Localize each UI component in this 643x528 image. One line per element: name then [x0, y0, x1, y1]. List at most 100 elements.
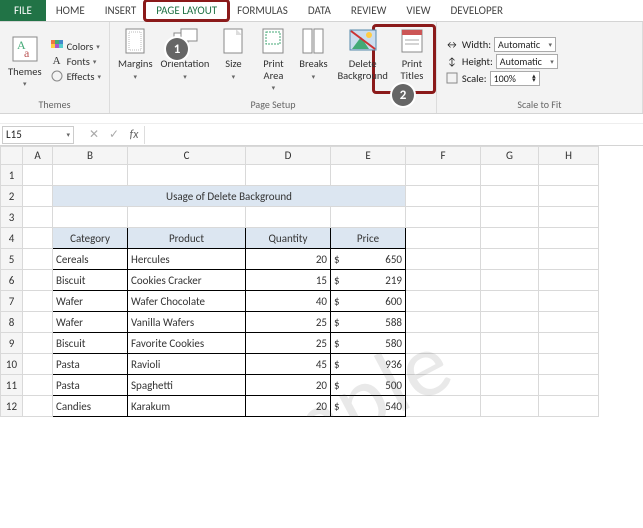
effects-button[interactable]: Effects ▾ — [50, 69, 101, 83]
table-header[interactable]: Category — [53, 228, 128, 249]
row-header-7[interactable]: 7 — [1, 291, 23, 312]
width-dropdown[interactable]: Automatic▾ — [494, 37, 556, 52]
cell[interactable] — [539, 354, 599, 375]
accept-formula-button[interactable]: ✓ — [104, 127, 124, 142]
row-header-10[interactable]: 10 — [1, 354, 23, 375]
breaks-button[interactable]: Breaks▾ — [293, 24, 333, 98]
cell[interactable] — [481, 270, 539, 291]
tab-formulas[interactable]: FORMULAS — [227, 0, 298, 21]
margins-button[interactable]: Margins▾ — [114, 24, 157, 98]
table-cell[interactable]: $600 — [331, 291, 406, 312]
name-box[interactable]: L15▾ — [2, 126, 74, 144]
table-cell[interactable]: $540 — [331, 396, 406, 417]
delete-background-button[interactable]: Delete Background — [333, 24, 391, 98]
table-cell[interactable]: Karakum — [128, 396, 246, 417]
col-header-C[interactable]: C — [128, 147, 246, 165]
table-cell[interactable]: Vanilla Wafers — [128, 312, 246, 333]
col-header-E[interactable]: E — [331, 147, 406, 165]
tab-view[interactable]: VIEW — [396, 0, 440, 21]
cell[interactable] — [246, 165, 331, 186]
tab-page-layout[interactable]: PAGE LAYOUT — [146, 0, 227, 21]
row-header-4[interactable]: 4 — [1, 228, 23, 249]
row-header-3[interactable]: 3 — [1, 207, 23, 228]
fonts-button[interactable]: AFonts ▾ — [50, 54, 101, 68]
cell[interactable] — [539, 186, 599, 207]
table-cell[interactable]: Ravioli — [128, 354, 246, 375]
cancel-formula-button[interactable]: ✕ — [84, 127, 104, 142]
table-cell[interactable]: $580 — [331, 333, 406, 354]
cell[interactable] — [539, 207, 599, 228]
table-header[interactable]: Quantity — [246, 228, 331, 249]
cell[interactable] — [481, 165, 539, 186]
scale-spinner[interactable]: 100%▴▾ — [490, 71, 540, 86]
col-header-G[interactable]: G — [481, 147, 539, 165]
cell[interactable] — [23, 249, 53, 270]
size-button[interactable]: Size▾ — [213, 24, 253, 98]
table-cell[interactable]: Hercules — [128, 249, 246, 270]
cell[interactable] — [23, 312, 53, 333]
table-cell[interactable]: Favorite Cookies — [128, 333, 246, 354]
row-header-1[interactable]: 1 — [1, 165, 23, 186]
cell[interactable] — [539, 291, 599, 312]
cell[interactable] — [23, 270, 53, 291]
cell[interactable] — [406, 333, 481, 354]
table-cell[interactable]: $219 — [331, 270, 406, 291]
colors-button[interactable]: Colors ▾ — [50, 39, 101, 53]
cell[interactable] — [481, 333, 539, 354]
cell[interactable] — [331, 165, 406, 186]
tab-file[interactable]: FILE — [0, 0, 46, 21]
cell[interactable] — [481, 291, 539, 312]
table-cell[interactable]: Spaghetti — [128, 375, 246, 396]
table-cell[interactable]: 25 — [246, 333, 331, 354]
table-cell[interactable]: Pasta — [53, 354, 128, 375]
table-cell[interactable]: $500 — [331, 375, 406, 396]
orientation-button[interactable]: Orientation▾ — [157, 24, 214, 98]
cell[interactable] — [481, 354, 539, 375]
table-cell[interactable]: 20 — [246, 396, 331, 417]
cell[interactable] — [481, 396, 539, 417]
col-header-H[interactable]: H — [539, 147, 599, 165]
cell[interactable] — [406, 165, 481, 186]
tab-insert[interactable]: INSERT — [95, 0, 147, 21]
select-all-cell[interactable] — [1, 147, 23, 165]
cell[interactable] — [406, 396, 481, 417]
cell[interactable] — [481, 207, 539, 228]
row-header-9[interactable]: 9 — [1, 333, 23, 354]
cell[interactable] — [539, 228, 599, 249]
cell[interactable] — [23, 165, 53, 186]
cell[interactable] — [23, 333, 53, 354]
table-cell[interactable]: Cereals — [53, 249, 128, 270]
cell[interactable] — [406, 375, 481, 396]
col-header-B[interactable]: B — [53, 147, 128, 165]
cell[interactable] — [539, 249, 599, 270]
cell[interactable] — [539, 396, 599, 417]
table-cell[interactable]: 45 — [246, 354, 331, 375]
tab-data[interactable]: DATA — [298, 0, 341, 21]
table-cell[interactable]: 20 — [246, 249, 331, 270]
cell[interactable] — [481, 312, 539, 333]
cell[interactable] — [406, 270, 481, 291]
row-header-8[interactable]: 8 — [1, 312, 23, 333]
table-cell[interactable]: Candies — [53, 396, 128, 417]
table-header[interactable]: Price — [331, 228, 406, 249]
cell[interactable] — [128, 207, 246, 228]
cell[interactable] — [539, 375, 599, 396]
cell[interactable] — [23, 207, 53, 228]
tab-home[interactable]: HOME — [46, 0, 95, 21]
cell[interactable] — [53, 165, 128, 186]
tab-developer[interactable]: DEVELOPER — [441, 0, 513, 21]
table-cell[interactable]: $936 — [331, 354, 406, 375]
table-cell[interactable]: 15 — [246, 270, 331, 291]
formula-input[interactable] — [144, 126, 641, 144]
themes-button[interactable]: Aa Themes ▾ — [4, 24, 46, 98]
cell[interactable] — [128, 165, 246, 186]
cell[interactable] — [53, 207, 128, 228]
print-area-button[interactable]: Print Area▾ — [253, 24, 293, 98]
cell[interactable] — [481, 249, 539, 270]
cell[interactable] — [539, 165, 599, 186]
cell[interactable] — [246, 207, 331, 228]
cell[interactable] — [539, 333, 599, 354]
height-dropdown[interactable]: Automatic▾ — [496, 54, 558, 69]
table-cell[interactable]: 40 — [246, 291, 331, 312]
cell[interactable] — [23, 228, 53, 249]
